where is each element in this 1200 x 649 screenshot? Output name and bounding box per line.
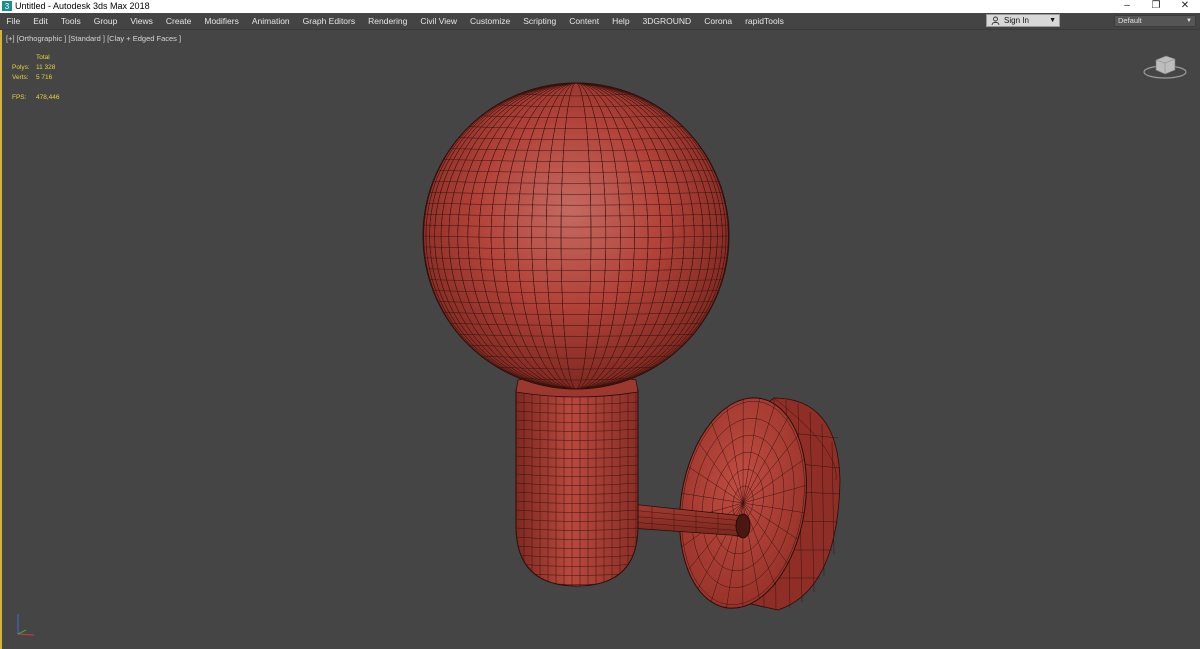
axis-tripod-icon	[17, 614, 35, 636]
menu-item-tools[interactable]: Tools	[54, 13, 87, 29]
menu-item-scripting[interactable]: Scripting	[517, 13, 563, 29]
menu-item-content[interactable]: Content	[563, 13, 606, 29]
menu-item-rendering[interactable]: Rendering	[362, 13, 414, 29]
user-icon	[991, 16, 1000, 25]
lamp-globe-sphere[interactable]	[422, 82, 730, 390]
workspace-select[interactable]: Default ▼	[1114, 15, 1196, 27]
menu-item-3dground[interactable]: 3DGROUND	[636, 13, 698, 29]
menu-item-corona[interactable]: Corona	[698, 13, 739, 29]
polys-label: Polys:	[12, 64, 30, 71]
verts-value: 5 716	[36, 74, 53, 81]
menu-item-animation[interactable]: Animation	[245, 13, 296, 29]
fps-label: FPS:	[12, 94, 27, 101]
scene-canvas[interactable]	[2, 30, 1200, 649]
chevron-down-icon: ▼	[1186, 18, 1192, 24]
workspace-value: Default	[1118, 16, 1142, 25]
menu-item-file[interactable]: File	[0, 13, 27, 29]
sign-in-label: Sign In	[1004, 16, 1029, 25]
menu-item-modifiers[interactable]: Modifiers	[198, 13, 245, 29]
menu-item-rapidtools[interactable]: rapidTools	[739, 13, 791, 29]
3dsmax-logo-icon: 3	[2, 1, 12, 11]
minimize-button[interactable]: –	[1112, 0, 1142, 13]
close-button[interactable]: ✕	[1170, 0, 1200, 13]
polys-value: 11 328	[36, 64, 56, 71]
chevron-down-icon: ▼	[1049, 17, 1056, 24]
menu-item-graph-editors[interactable]: Graph Editors	[296, 13, 361, 29]
window-title: Untitled - Autodesk 3ds Max 2018	[15, 1, 150, 11]
stats-header: Total	[36, 54, 50, 61]
viewcube-icon[interactable]	[1142, 50, 1188, 80]
verts-label: Verts:	[12, 74, 29, 81]
menu-item-customize[interactable]: Customize	[464, 13, 517, 29]
menu-item-group[interactable]: Group	[87, 13, 124, 29]
menu-items: File Edit Tools Group Views Create Modifiers An…	[0, 13, 790, 29]
lamp-base-cylinder[interactable]	[515, 373, 639, 590]
svg-text:3: 3	[5, 2, 10, 11]
menu-item-edit[interactable]: Edit	[27, 13, 55, 29]
menu-item-create[interactable]: Create	[159, 13, 198, 29]
title-bar: 3 Untitled - Autodesk 3ds Max 2018 – ❐ ✕	[0, 0, 1200, 13]
wall-mount-disk[interactable]	[665, 389, 841, 618]
viewport-label-menu[interactable]: [+] [Orthographic ] [Standard ] [Clay + …	[6, 34, 181, 43]
perspective-viewport[interactable]: [+] [Orthographic ] [Standard ] [Clay + …	[0, 30, 1200, 649]
menu-item-help[interactable]: Help	[606, 13, 636, 29]
restore-button[interactable]: ❐	[1141, 0, 1171, 13]
fps-value: 478,446	[36, 94, 60, 101]
sign-in-dropdown[interactable]: Sign In ▼	[986, 14, 1060, 27]
menu-item-views[interactable]: Views	[124, 13, 160, 29]
menu-item-civil-view[interactable]: Civil View	[414, 13, 464, 29]
